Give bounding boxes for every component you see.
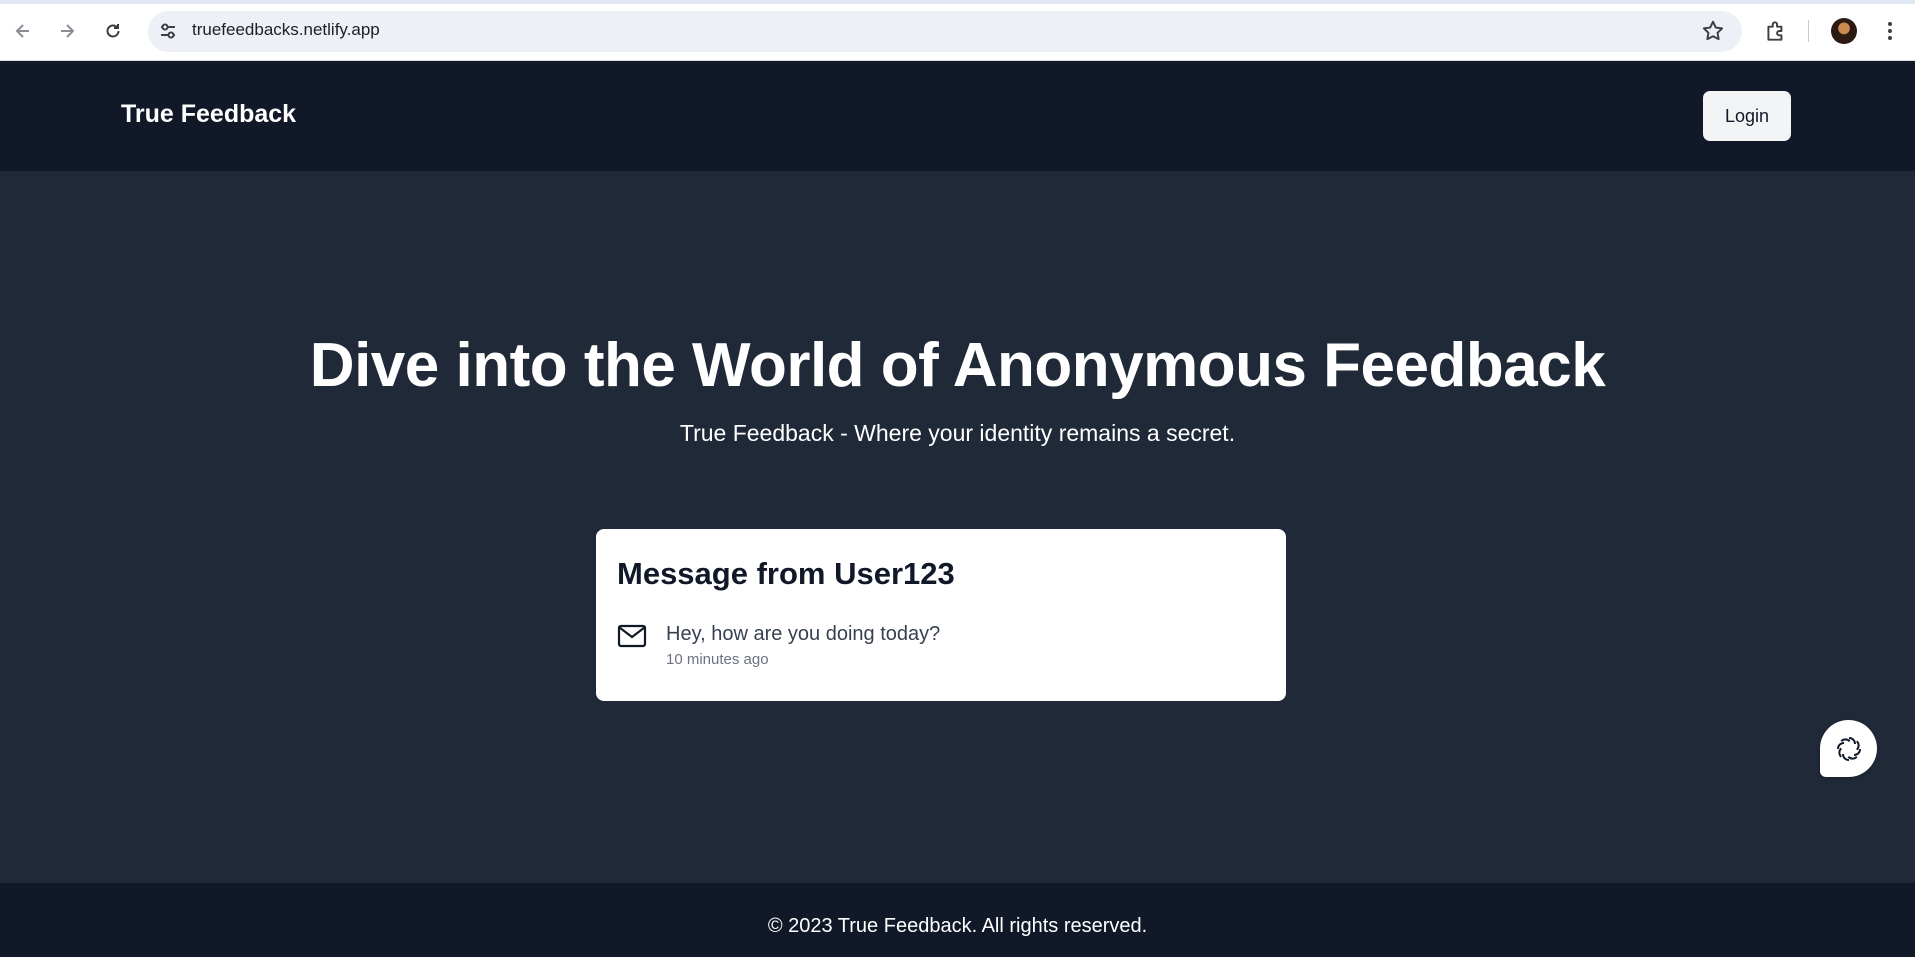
message-card: Message from User123 Hey, how are you do… xyxy=(596,529,1286,701)
mail-icon xyxy=(617,624,647,648)
address-bar[interactable] xyxy=(148,11,1742,52)
message-text: Hey, how are you doing today? xyxy=(666,623,941,645)
browser-toolbar: truefeedbacks.netlify.app xyxy=(0,0,1915,61)
tab-strip-edge xyxy=(0,0,1915,4)
forward-arrow-icon[interactable] xyxy=(52,16,82,46)
brand-logo[interactable]: True Feedback xyxy=(121,100,296,129)
message-card-title: Message from User123 xyxy=(617,556,955,591)
profile-avatar[interactable] xyxy=(1831,18,1857,44)
back-arrow-icon[interactable] xyxy=(8,16,38,46)
extensions-puzzle-icon[interactable] xyxy=(1763,18,1789,44)
more-menu-icon[interactable] xyxy=(1884,18,1896,44)
login-button[interactable]: Login xyxy=(1703,91,1791,141)
site-controls-icon[interactable] xyxy=(156,19,180,43)
main-section xyxy=(0,171,1915,883)
footer-copyright: © 2023 True Feedback. All rights reserve… xyxy=(767,915,1148,937)
url-text[interactable]: truefeedbacks.netlify.app xyxy=(192,20,380,40)
toolbar-divider xyxy=(1808,20,1809,42)
hero-subtitle: True Feedback - Where your identity rema… xyxy=(679,420,1236,446)
reload-icon[interactable] xyxy=(98,16,128,46)
assistant-chat-icon[interactable] xyxy=(1820,720,1877,777)
bookmark-star-icon[interactable] xyxy=(1700,18,1726,44)
message-timestamp: 10 minutes ago xyxy=(666,651,769,668)
hero-title: Dive into the World of Anonymous Feedbac… xyxy=(309,331,1606,400)
